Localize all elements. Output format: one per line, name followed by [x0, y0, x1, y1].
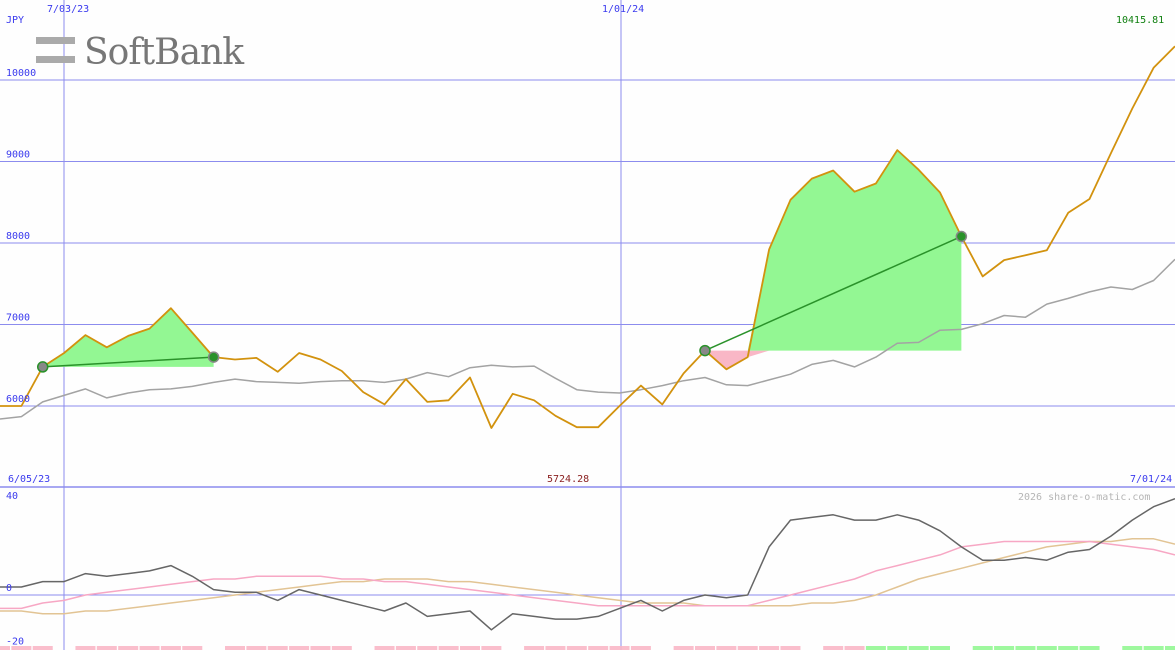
histogram-bar-20 [417, 646, 438, 650]
histogram-bar-2 [32, 646, 53, 650]
last-price-label: 10415.81 [1116, 15, 1164, 26]
logo-text: SoftBank [84, 32, 245, 73]
histogram-bar-11 [225, 646, 245, 650]
date-label-top-2: 1/01/24 [602, 4, 644, 15]
histogram-bar-42 [887, 646, 908, 650]
histogram-bar-28 [588, 646, 609, 650]
histogram-bar-13 [267, 646, 288, 650]
histogram-bar-36 [759, 646, 780, 650]
histogram-bar-55 [1165, 646, 1175, 650]
histogram-bar-37 [780, 646, 801, 650]
histogram-bar-32 [673, 646, 694, 650]
histogram-bar-40 [844, 646, 865, 650]
histogram-bar-30 [630, 646, 651, 650]
stock-chart: JPY 7/03/23 1/01/24 10415.81 6/05/23 572… [0, 0, 1175, 650]
histogram-bar-33 [695, 646, 715, 650]
histogram-bar-19 [395, 646, 416, 650]
histogram-bar-12 [246, 646, 267, 650]
histogram-bar-41 [865, 646, 886, 650]
trade-1-exit-marker [207, 351, 220, 363]
histogram-bar-23 [481, 646, 502, 650]
histogram-bar-6 [118, 646, 139, 650]
histogram-bar-22 [460, 646, 480, 650]
histogram-bar-15 [310, 646, 331, 650]
histogram-bar-16 [331, 646, 352, 650]
osc-tick-label--20: -20 [6, 637, 24, 648]
logo-bar-bottom [36, 56, 75, 63]
hover-value-label: 5724.28 [547, 474, 589, 485]
date-label-bottom-1: 6/05/23 [8, 474, 50, 485]
histogram-bar-5 [96, 646, 117, 650]
histogram-bar-47 [994, 646, 1015, 650]
histogram-bar-50 [1058, 646, 1079, 650]
chart-canvas: JPY 7/03/23 1/01/24 10415.81 6/05/23 572… [0, 0, 1175, 650]
histogram-bar-49 [1036, 646, 1057, 650]
histogram-bar-48 [1015, 646, 1036, 650]
histogram-bar-9 [182, 646, 203, 650]
histogram-bar-26 [545, 646, 566, 650]
copyright-text: 2026 share-o-matic.com [1018, 492, 1150, 503]
y-tick-label-6000: 6000 [6, 394, 30, 405]
y-tick-label-8000: 8000 [6, 231, 30, 242]
histogram-bar-8 [160, 646, 181, 650]
histogram-bar-51 [1079, 646, 1100, 650]
histogram-bar-25 [524, 646, 545, 650]
histogram-bar-43 [908, 646, 929, 650]
trade-1-entry-marker [36, 361, 49, 373]
histogram-bar-54 [1143, 646, 1164, 650]
histogram-bar-7 [139, 646, 160, 650]
histogram-bar-21 [438, 646, 459, 650]
osc-tick-label-40: 40 [6, 491, 18, 502]
logo-bar-top [36, 37, 75, 44]
y-tick-label-7000: 7000 [6, 313, 30, 324]
trade-2-exit-marker [955, 230, 968, 243]
histogram-bar-14 [289, 646, 310, 650]
histogram-bar-39 [823, 646, 844, 650]
date-label-top-1: 7/03/23 [47, 4, 89, 15]
histogram-bar-27 [566, 646, 587, 650]
histogram-bar-35 [737, 646, 758, 650]
histogram-bar-53 [1122, 646, 1143, 650]
unit-label: JPY [6, 15, 24, 26]
histogram-bar-29 [609, 646, 630, 650]
histogram-bar-44 [930, 646, 950, 650]
y-tick-label-9000: 9000 [6, 150, 30, 161]
y-tick-label-10000: 10000 [6, 68, 36, 79]
histogram-bar-34 [716, 646, 737, 650]
trade-2-entry-marker [699, 344, 711, 357]
date-label-bottom-2: 7/01/24 [1130, 474, 1172, 485]
histogram-bar-4 [75, 646, 96, 650]
histogram-bar-46 [972, 646, 993, 650]
histogram-bar-18 [374, 646, 395, 650]
osc-tick-label-0: 0 [6, 583, 12, 594]
